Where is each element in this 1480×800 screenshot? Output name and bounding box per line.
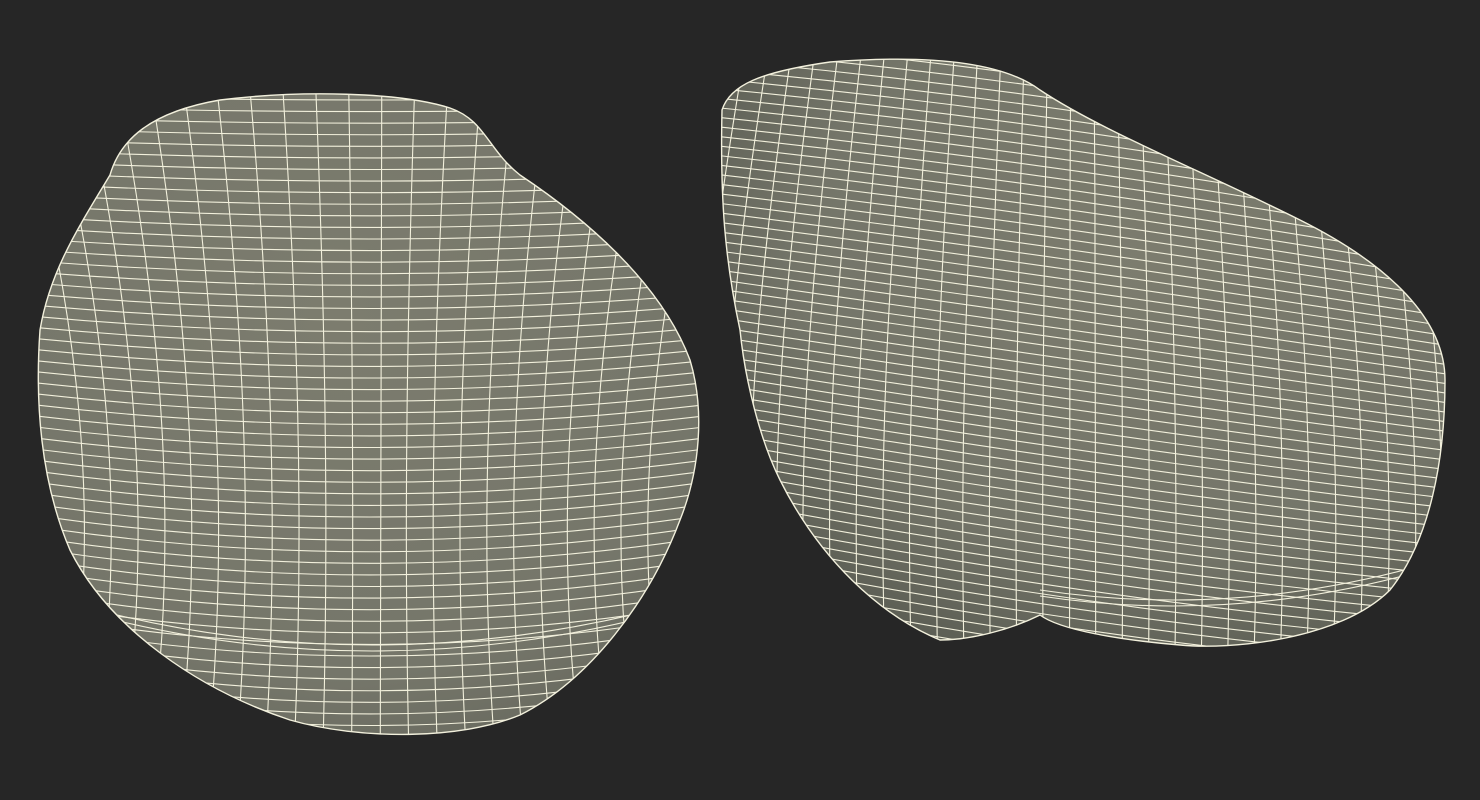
render-viewport: [0, 0, 1480, 800]
